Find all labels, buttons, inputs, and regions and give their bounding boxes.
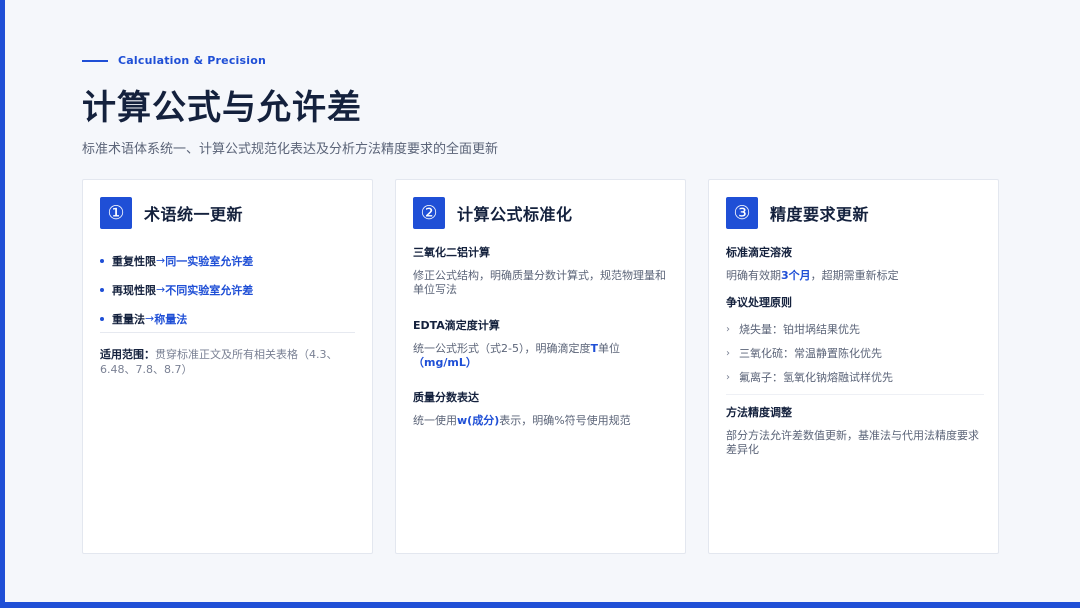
new-term: 同一实验室允许差	[165, 254, 254, 268]
bullet-dot-icon	[100, 287, 104, 292]
section-alumina: 三氧化二铝计算 修正公式结构，明确质量分数计算式，规范物理量和单位写法	[413, 244, 671, 297]
list-item: › 三氧化硫：常温静置陈化优先	[726, 341, 984, 365]
chevron-right-icon: ›	[726, 323, 730, 335]
section-dispute: 争议处理原则 › 烧失量：铂坩埚结果优先 › 三氧化硫：常温静置陈化优先 › 氟离子：…	[726, 294, 984, 389]
card-title: 计算公式标准化	[457, 205, 573, 224]
highlight: T	[590, 342, 598, 355]
chevron-right-icon: ›	[726, 347, 730, 359]
section-title: 三氧化二铝计算	[413, 246, 490, 259]
scope-note: 适用范围：贯穿标准正文及所有相关表格（4.3、6.48、7.8、8.7）	[100, 347, 355, 377]
section-body: 修正公式结构，明确质量分数计算式，规范物理量和单位写法	[413, 269, 666, 296]
card-header: ① 术语统一更新	[100, 197, 243, 229]
new-term: 不同实验室允许差	[165, 283, 254, 297]
old-term: 重量法	[112, 312, 145, 326]
list-item: 再现性限 → 不同实验室允许差	[100, 275, 360, 304]
chevron-right-icon: ›	[726, 371, 730, 383]
highlight: （mg/mL）	[413, 356, 477, 369]
divider	[100, 332, 355, 333]
card-title: 精度要求更新	[770, 205, 870, 224]
card-header: ② 计算公式标准化	[413, 197, 573, 229]
page-subtitle: 标准术语体系统一、计算公式规范化表达及分析方法精度要求的全面更新	[82, 142, 499, 157]
new-term: 称量法	[154, 312, 188, 326]
section-body: 统一使用w(成分)表示，明确%符号使用规范	[413, 414, 671, 428]
section-body: 明确有效期3个月，超期需重新标定	[726, 269, 984, 283]
old-term: 再现性限	[112, 283, 156, 297]
eyebrow: Calculation & Precision	[82, 54, 266, 67]
scope-label: 适用范围：	[100, 348, 155, 361]
body-text: 单位	[597, 342, 620, 355]
divider	[726, 394, 984, 395]
left-accent-bar	[0, 0, 5, 608]
slide: Calculation & Precision 计算公式与允许差 标准术语体系统…	[0, 0, 1080, 608]
body-text: 统一公式形式（式2-5），明确滴定度	[413, 342, 591, 355]
section-method-precision: 方法精度调整 部分方法允许差数值更新，基准法与代用法精度要求差异化	[726, 404, 984, 457]
section-title: 方法精度调整	[726, 406, 792, 419]
section-title: 标准滴定溶液	[726, 246, 792, 259]
list-item: › 氟离子：氢氧化钠熔融试样优先	[726, 365, 984, 389]
card-terminology: ① 术语统一更新 重复性限 → 同一实验室允许差 再现性限 → 不同实验室允许差…	[82, 179, 373, 554]
arrow-icon: →	[145, 312, 155, 325]
term-list: 重复性限 → 同一实验室允许差 再现性限 → 不同实验室允许差 重量法 → 称量…	[100, 246, 360, 333]
bullet-dot-icon	[100, 316, 104, 321]
list-item-text: 三氧化硫：常温静置陈化优先	[739, 347, 882, 360]
eyebrow-line	[82, 59, 108, 62]
arrow-icon: →	[156, 283, 166, 296]
section-body: 统一公式形式（式2-5），明确滴定度T单位 （mg/mL）	[413, 342, 671, 370]
dispute-list: › 烧失量：铂坩埚结果优先 › 三氧化硫：常温静置陈化优先 › 氟离子：氢氧化钠熔融试…	[726, 317, 984, 389]
card-title: 术语统一更新	[144, 205, 244, 224]
body-text: 表示，明确%符号使用规范	[499, 414, 631, 427]
body-text: 明确有效期	[726, 269, 781, 282]
section-edta: EDTA滴定度计算 统一公式形式（式2-5），明确滴定度T单位 （mg/mL）	[413, 317, 671, 370]
list-item-text: 氟离子：氢氧化钠熔融试样优先	[739, 371, 893, 384]
list-item: › 烧失量：铂坩埚结果优先	[726, 317, 984, 341]
highlight: w(成分)	[457, 414, 500, 427]
section-title: EDTA滴定度计算	[413, 319, 500, 332]
section-mass-fraction: 质量分数表达 统一使用w(成分)表示，明确%符号使用规范	[413, 389, 671, 428]
section-title: 质量分数表达	[413, 391, 479, 404]
list-item: 重量法 → 称量法	[100, 304, 360, 333]
number-badge: ②	[413, 197, 445, 229]
card-header: ③ 精度要求更新	[726, 197, 869, 229]
section-titrant: 标准滴定溶液 明确有效期3个月，超期需重新标定	[726, 244, 984, 283]
highlight: 3个月	[781, 269, 811, 282]
old-term: 重复性限	[112, 254, 156, 268]
card-precision: ③ 精度要求更新 标准滴定溶液 明确有效期3个月，超期需重新标定 争议处理原则 …	[708, 179, 999, 554]
page-title: 计算公式与允许差	[82, 88, 362, 128]
bullet-dot-icon	[100, 258, 104, 263]
bottom-accent-bar	[0, 602, 1080, 608]
section-title: 争议处理原则	[726, 296, 792, 309]
body-text: 统一使用	[413, 414, 457, 427]
body-text: ，超期需重新标定	[810, 269, 899, 282]
arrow-icon: →	[156, 254, 166, 267]
list-item-text: 烧失量：铂坩埚结果优先	[739, 323, 860, 336]
eyebrow-text: Calculation & Precision	[118, 54, 267, 67]
list-item: 重复性限 → 同一实验室允许差	[100, 246, 360, 275]
section-body: 部分方法允许差数值更新，基准法与代用法精度要求差异化	[726, 429, 979, 456]
card-formula: ② 计算公式标准化 三氧化二铝计算 修正公式结构，明确质量分数计算式，规范物理量…	[395, 179, 686, 554]
number-badge: ③	[726, 197, 758, 229]
number-badge: ①	[100, 197, 132, 229]
